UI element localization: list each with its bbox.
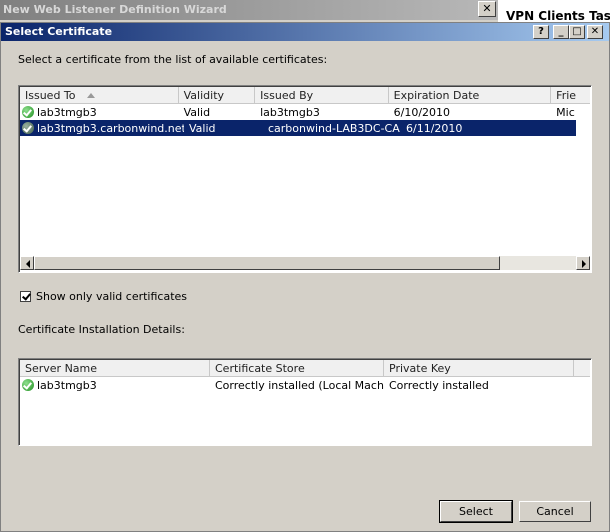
background-window-title: New Web Listener Definition Wizard [3, 3, 227, 16]
dialog-titlebar: Select Certificate ? _ □ ✕ [1, 23, 609, 41]
column-certificate-store[interactable]: Certificate Store [210, 360, 384, 376]
column-expiration-date[interactable]: Expiration Date [389, 87, 552, 103]
maximize-button[interactable]: □ [569, 25, 585, 39]
column-issued-by[interactable]: Issued By [255, 87, 389, 103]
background-side-text: VPN Clients Tasl [506, 9, 610, 23]
cell-expiration: 6/11/2010 [406, 122, 463, 135]
issued-to-text: lab3tmgb3.carbonwind.net [37, 122, 184, 135]
column-private-key[interactable]: Private Key [384, 360, 574, 376]
column-filler [574, 360, 590, 376]
column-validity[interactable]: Validity [179, 87, 256, 103]
scroll-left-button[interactable] [20, 256, 34, 270]
issued-to-text: lab3tmgb3 [37, 106, 97, 119]
certificate-list-header: Issued To Validity Issued By Expiration … [20, 87, 590, 104]
horizontal-scrollbar[interactable] [20, 256, 590, 270]
cell-friendly: Mic [556, 106, 575, 119]
show-only-valid-checkbox[interactable] [20, 291, 31, 302]
cell-issued-to: lab3tmgb3 [20, 104, 179, 120]
cell-validity: Valid [189, 122, 216, 135]
certificate-valid-icon [22, 122, 34, 134]
sort-ascending-icon [87, 93, 96, 98]
installation-details-label: Certificate Installation Details: [18, 323, 185, 336]
scroll-thumb[interactable] [34, 256, 500, 270]
cell-server-name: lab3tmgb3 [20, 377, 210, 393]
column-server-name[interactable]: Server Name [20, 360, 210, 376]
table-row-selected[interactable]: lab3tmgb3.carbonwind.net Valid carbonwin… [20, 120, 576, 136]
column-issued-to-label: Issued To [25, 89, 76, 102]
select-certificate-dialog: Select Certificate ? _ □ ✕ Select a cert… [0, 22, 610, 532]
column-issued-to[interactable]: Issued To [20, 87, 179, 103]
installation-details-list[interactable]: Server Name Certificate Store Private Ke… [18, 358, 592, 446]
table-row[interactable]: lab3tmgb3 Correctly installed (Local Mac… [20, 377, 590, 393]
cell-validity: Valid [183, 106, 211, 119]
background-window-close-button[interactable]: ✕ [478, 1, 496, 17]
background-window-titlebar: New Web Listener Definition Wizard ✕ [0, 0, 498, 20]
cell-issued-to: lab3tmgb3.carbonwind.net [20, 120, 184, 136]
background-window-strip: VPN Clients Tasl [498, 0, 610, 24]
select-button[interactable]: Select [439, 500, 513, 523]
cancel-button[interactable]: Cancel [519, 501, 591, 522]
show-only-valid-label[interactable]: Show only valid certificates [36, 290, 187, 303]
dialog-title: Select Certificate [5, 25, 113, 38]
scroll-right-button[interactable] [576, 256, 590, 270]
installation-list-header: Server Name Certificate Store Private Ke… [20, 360, 590, 377]
certificate-valid-icon [22, 106, 34, 118]
table-row[interactable]: lab3tmgb3 Valid lab3tmgb3 6/10/2010 Mic [20, 104, 590, 120]
cell-certificate-store: Correctly installed (Local Machi... [215, 379, 384, 392]
cell-issued-by: carbonwind-LAB3DC-CA [268, 122, 400, 135]
cell-private-key: Correctly installed [389, 379, 489, 392]
cell-issued-by: lab3tmgb3 [260, 106, 320, 119]
cell-friendly [569, 120, 576, 136]
cell-expiration: 6/10/2010 [393, 106, 451, 119]
minimize-button[interactable]: _ [553, 25, 569, 39]
certificate-list[interactable]: Issued To Validity Issued By Expiration … [18, 85, 592, 273]
certificate-valid-icon [22, 379, 34, 391]
help-button[interactable]: ? [533, 25, 549, 39]
intro-text: Select a certificate from the list of av… [18, 53, 328, 66]
server-name-text: lab3tmgb3 [37, 379, 97, 392]
column-friendly-name[interactable]: Frie [551, 87, 590, 103]
close-button[interactable]: ✕ [587, 25, 603, 39]
